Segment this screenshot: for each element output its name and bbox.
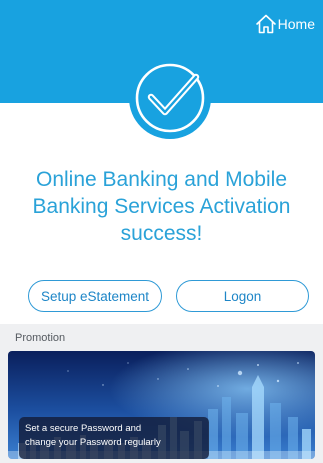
promotion-section: Promotion Set a secure Password and chan… — [0, 324, 323, 463]
success-message-line: Banking Services Activation — [32, 195, 291, 218]
promotion-text-line: change your Password regularly — [25, 436, 161, 448]
promotion-text-line: Set a secure Password and — [25, 423, 142, 434]
home-button[interactable]: Home — [255, 11, 315, 37]
promotion-text: Set a secure Password and change your Pa… — [19, 417, 209, 459]
home-label: Home — [277, 16, 315, 32]
logon-button[interactable]: Logon — [176, 280, 309, 312]
success-message-line: success! — [120, 222, 203, 245]
success-message-line: Online Banking and Mobile — [36, 168, 287, 191]
check-circle-icon — [129, 57, 211, 139]
home-icon — [255, 14, 276, 34]
promotion-label: Promotion — [15, 332, 66, 344]
setup-estatement-button[interactable]: Setup eStatement — [28, 280, 162, 312]
success-message: Online Banking and Mobile Banking Servic… — [10, 166, 313, 247]
promotion-banner[interactable]: Set a secure Password and change your Pa… — [8, 351, 315, 459]
